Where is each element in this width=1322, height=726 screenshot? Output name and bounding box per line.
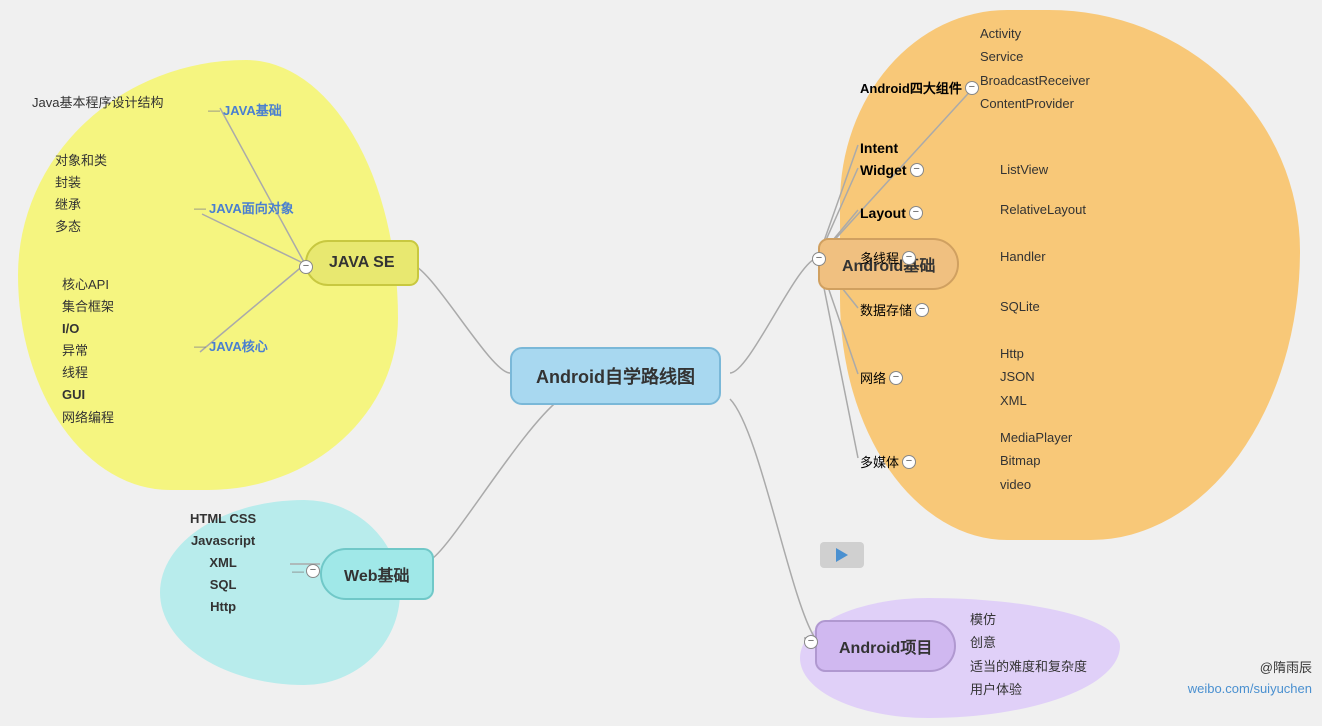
java-core-item-7: 网络编程	[62, 407, 114, 429]
widget-label-group: Widget −	[860, 162, 927, 178]
java-core-item-6: GUI	[62, 384, 114, 406]
java-basic-content: Java基本程序设计结构	[32, 92, 163, 114]
java-oop-item-2: 封装	[55, 172, 107, 194]
layout-content: RelativeLayout	[1000, 198, 1086, 221]
multimedia-label: 多媒体	[860, 452, 899, 471]
java-core-item-3: I/O	[62, 318, 114, 340]
project-item-1: 模仿	[970, 608, 1087, 631]
datastorage-minus-btn[interactable]: −	[915, 303, 929, 317]
web-basic-node: Web基础	[320, 548, 434, 600]
activity-item: Activity	[980, 22, 1090, 45]
components-minus-btn[interactable]: −	[965, 81, 979, 95]
central-label: Android自学路线图	[536, 367, 695, 387]
central-node: Android自学路线图	[510, 347, 721, 405]
java-core-content: 核心API 集合框架 I/O 异常 线程 GUI 网络编程	[62, 274, 114, 429]
java-core-item-4: 异常	[62, 340, 114, 362]
layout-label: Layout	[860, 205, 906, 221]
widget-label: Widget	[860, 162, 907, 178]
json-item: JSON	[1000, 365, 1035, 388]
project-item-2: 创意	[970, 631, 1087, 654]
play-button[interactable]	[820, 542, 864, 568]
network-label: 网络	[860, 368, 886, 387]
network-minus-btn[interactable]: −	[889, 371, 903, 385]
service-item: Service	[980, 45, 1090, 68]
datastorage-content: SQLite	[1000, 295, 1040, 318]
java-oop-label: JAVA面向对象	[209, 198, 294, 217]
bitmap-item: Bitmap	[1000, 449, 1072, 472]
layout-label-group: Layout −	[860, 205, 926, 221]
android-project-label: Android项目	[839, 640, 932, 657]
layout-minus-btn[interactable]: −	[909, 206, 923, 220]
multithread-label: 多线程	[860, 248, 899, 267]
java-se-minus-btn[interactable]: −	[299, 260, 313, 274]
project-item-4: 用户体验	[970, 678, 1087, 701]
multimedia-content: MediaPlayer Bitmap video	[1000, 426, 1072, 496]
sqlite-item: SQLite	[1000, 295, 1040, 318]
java-se-label: JAVA SE	[329, 254, 395, 271]
android-components-label: Android四大组件	[860, 78, 962, 97]
java-basic-label: JAVA基础	[223, 100, 282, 119]
datastorage-label: 数据存储	[860, 300, 912, 319]
datastorage-label-group: 数据存储 −	[860, 300, 932, 319]
broadcast-item: BroadcastReceiver	[980, 69, 1090, 92]
mediaplayer-item: MediaPlayer	[1000, 426, 1072, 449]
java-oop-item-3: 继承	[55, 194, 107, 216]
java-se-node: JAVA SE	[305, 240, 419, 286]
project-item-3: 适当的难度和复杂度	[970, 655, 1087, 678]
web-item-2: Javascript	[190, 530, 256, 552]
java-oop-label-group: — JAVA面向对象	[194, 198, 294, 217]
web-minus-btn[interactable]: −	[306, 564, 320, 578]
android-components-content: Activity Service BroadcastReceiver Conte…	[980, 22, 1090, 116]
web-basic-label: Web基础	[344, 568, 410, 585]
multithread-minus-btn[interactable]: −	[902, 251, 916, 265]
web-item-1: HTML CSS	[190, 508, 256, 530]
java-oop-item-4: 多态	[55, 216, 107, 238]
java-basic-label-group: — JAVA基础	[208, 100, 282, 119]
multithread-label-group: 多线程 −	[860, 248, 919, 267]
relativelayout-item: RelativeLayout	[1000, 198, 1086, 221]
network-content: Http JSON XML	[1000, 342, 1035, 412]
weibo-username: @隋雨辰	[1260, 657, 1312, 676]
xml-item: XML	[1000, 389, 1035, 412]
contentprovider-item: ContentProvider	[980, 92, 1090, 115]
java-oop-item-1: 对象和类	[55, 150, 107, 172]
project-minus-btn[interactable]: −	[804, 635, 818, 649]
http-item: Http	[1000, 342, 1035, 365]
play-triangle-icon	[836, 548, 848, 562]
multimedia-label-group: 多媒体 −	[860, 452, 919, 471]
java-core-label-group: — JAVA核心	[194, 336, 268, 355]
web-item-3: XML	[190, 552, 256, 574]
java-core-item-1: 核心API	[62, 274, 114, 296]
android-basic-connector: −	[812, 250, 829, 268]
java-se-connector: −	[299, 258, 316, 276]
android-components-label-group: Android四大组件 −	[860, 78, 982, 97]
web-content: HTML CSS Javascript XML SQL Http	[190, 508, 256, 618]
multimedia-minus-btn[interactable]: −	[902, 455, 916, 469]
android-basic-minus-btn[interactable]: −	[812, 252, 826, 266]
handler-item: Handler	[1000, 245, 1046, 268]
weibo-url: weibo.com/suiyuchen	[1188, 681, 1312, 696]
multithread-content: Handler	[1000, 245, 1046, 268]
java-basic-item-1: Java基本程序设计结构	[32, 92, 163, 114]
project-content: 模仿 创意 适当的难度和复杂度 用户体验	[970, 608, 1087, 702]
web-connector: — −	[292, 564, 323, 578]
web-item-5: Http	[190, 596, 256, 618]
android-project-node: Android项目	[815, 620, 956, 672]
java-core-label: JAVA核心	[209, 336, 268, 355]
project-connector: −	[804, 635, 821, 649]
java-core-item-5: 线程	[62, 362, 114, 384]
intent-label: Intent	[860, 140, 898, 156]
video-item: video	[1000, 473, 1072, 496]
listview-item: ListView	[1000, 158, 1048, 181]
java-core-item-2: 集合框架	[62, 296, 114, 318]
widget-minus-btn[interactable]: −	[910, 163, 924, 177]
widget-content: ListView	[1000, 158, 1048, 181]
java-oop-content: 对象和类 封装 继承 多态	[55, 150, 107, 238]
network-label-group: 网络 −	[860, 368, 906, 387]
web-item-4: SQL	[190, 574, 256, 596]
intent-label-group: Intent	[860, 140, 898, 158]
